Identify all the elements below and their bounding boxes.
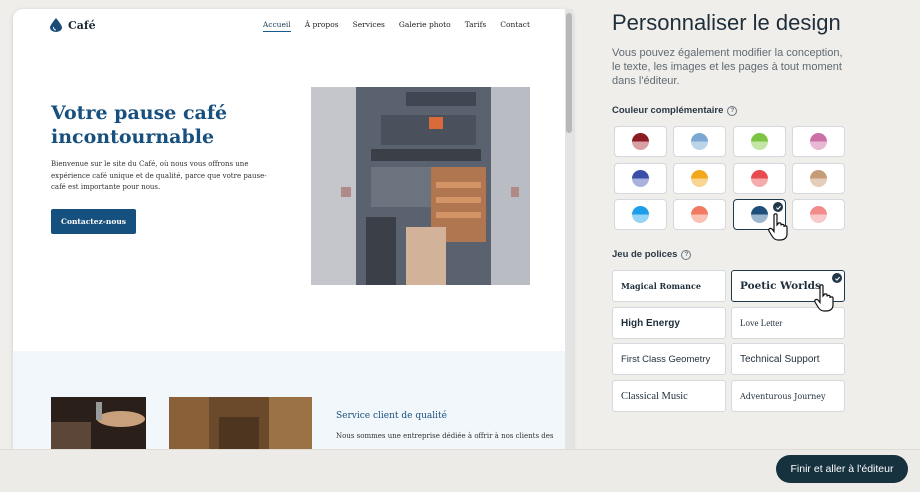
hero-text: Bienvenue sur le site du Café, où nous v… (51, 160, 267, 191)
nav-item-accueil[interactable]: Accueil (262, 20, 291, 32)
cafe-interior-image (169, 397, 312, 449)
preview-scrollbar-thumb[interactable] (566, 13, 572, 133)
font-option-label: Adventurous Journey (740, 391, 826, 401)
color-swatch-dot (810, 170, 827, 187)
check-icon (773, 202, 783, 212)
font-label-text: Jeu de polices (612, 249, 678, 260)
panel-title: Personnaliser le design (612, 10, 841, 35)
nav-item-tarifs[interactable]: Tarifs (465, 20, 487, 32)
nav-item-contact[interactable]: Contact (500, 20, 530, 32)
section2-title: Service client de qualité (336, 411, 447, 421)
color-swatch[interactable] (614, 199, 667, 230)
color-swatch-dot (691, 133, 708, 150)
panel-description: Vous pouvez également modifier la concep… (612, 47, 843, 87)
hero-cafe-image (311, 87, 530, 285)
font-option-label: Classical Music (621, 390, 688, 402)
finish-editor-button[interactable]: Finir et aller à l'éditeur (776, 455, 908, 483)
font-option-technical-support[interactable]: Technical Support (731, 343, 845, 375)
font-section-label: Jeu de polices ? (612, 249, 692, 260)
help-icon[interactable]: ? (681, 249, 692, 260)
color-label-text: Couleur complémentaire (612, 105, 724, 116)
color-swatch-dot (632, 133, 649, 150)
hero-title: Votre pause café incontournable (51, 102, 228, 148)
color-swatch[interactable] (673, 199, 726, 230)
color-swatch-dot (751, 206, 768, 223)
font-option-magical-romance[interactable]: Magical Romance (612, 270, 726, 302)
color-swatch[interactable] (792, 199, 845, 230)
color-swatch[interactable] (673, 126, 726, 157)
color-swatch-dot (810, 133, 827, 150)
color-swatch[interactable] (614, 163, 667, 194)
website-preview: Café Accueil À propos Services Galerie p… (13, 9, 573, 449)
site-logo-text: Café (68, 18, 96, 32)
site-logo[interactable]: Café (50, 18, 96, 32)
section2-text: Nous sommes une entreprise dédiée à offr… (336, 432, 554, 440)
nav-item-a-propos[interactable]: À propos (305, 20, 339, 32)
preview-scrollbar[interactable] (565, 9, 573, 449)
color-swatch-dot (632, 170, 649, 187)
font-option-label: Poetic Worlds (740, 280, 821, 292)
font-option-high-energy[interactable]: High Energy (612, 307, 726, 339)
color-swatch-dot (751, 170, 768, 187)
check-icon (832, 273, 842, 283)
font-option-label: Magical Romance (621, 281, 701, 291)
font-option-label: Technical Support (740, 353, 820, 365)
color-swatch-dot (632, 206, 649, 223)
contact-button[interactable]: Contactez-nous (51, 209, 136, 234)
color-swatch[interactable] (792, 126, 845, 157)
preview-menu: Accueil À propos Services Galerie photo … (262, 20, 530, 32)
font-option-label: High Energy (621, 317, 680, 329)
help-icon[interactable]: ? (727, 105, 738, 116)
preview-nav: Café Accueil À propos Services Galerie p… (13, 9, 573, 45)
font-option-first-class-geometry[interactable]: First Class Geometry (612, 343, 726, 375)
font-option-label: Love Letter (740, 318, 783, 328)
nav-item-galerie[interactable]: Galerie photo (399, 20, 451, 32)
coffee-pour-image (51, 397, 146, 449)
font-option-classical-music[interactable]: Classical Music (612, 380, 726, 412)
color-swatch[interactable] (673, 163, 726, 194)
font-option-adventurous-journey[interactable]: Adventurous Journey (731, 380, 845, 412)
font-option-label: First Class Geometry (621, 353, 711, 365)
color-swatch[interactable] (733, 163, 786, 194)
color-swatch[interactable] (792, 163, 845, 194)
color-swatch-dot (691, 206, 708, 223)
color-section-label: Couleur complémentaire ? (612, 105, 738, 116)
drop-icon (50, 18, 62, 32)
hand-cursor-icon (814, 284, 834, 312)
color-swatch-dot (810, 206, 827, 223)
color-swatch[interactable] (733, 126, 786, 157)
color-swatch-dot (691, 170, 708, 187)
color-swatch[interactable] (614, 126, 667, 157)
color-swatch-dot (751, 133, 768, 150)
hand-cursor-icon (768, 213, 788, 241)
nav-item-services[interactable]: Services (353, 20, 385, 32)
